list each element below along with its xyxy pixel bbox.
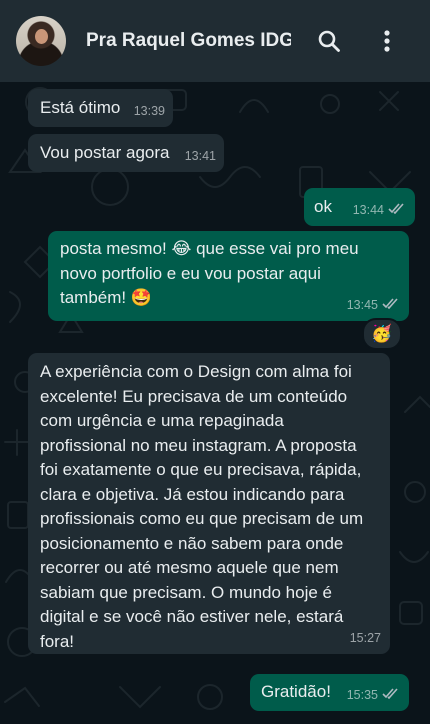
message-time: 13:41 [184,148,216,163]
incoming-message[interactable]: A experiência com o Design com alma foi … [28,353,390,654]
message-line: profissionais como eu que precisam de um [40,509,364,528]
chat-area[interactable]: Está ótimo 13:39 Vou postar agora 13:41 … [0,82,430,724]
contact-name[interactable]: Pra Raquel Gomes IDG [86,30,291,52]
message-line: novo portfolio e eu vou postar aqui [60,263,321,283]
contact-avatar[interactable] [16,16,66,66]
read-receipt-icon [388,198,406,223]
message-time: 13:44 [352,202,384,217]
outgoing-message[interactable]: Gratidão! 15:35 [250,674,409,711]
message-time: 15:35 [346,687,378,702]
message-meta: 13:41 [185,144,216,169]
message-meta: 13:44 [353,198,406,223]
message-line: clara e objetiva. Já estou indicando par… [40,484,345,504]
message-text: Gratidão! [261,682,331,701]
message-line: fora! [40,631,75,651]
message-meta: 13:45 [347,293,400,318]
message-time: 15:27 [349,630,381,645]
message-line: com urgência e uma repaginada [40,411,284,430]
message-line: profissional no meu instagram. A propost… [40,435,357,455]
message-line: foi exatamente o que eu precisava, rápid… [40,460,362,479]
outgoing-message[interactable]: posta mesmo! 😂 que esse vai pro meu novo… [48,231,409,321]
message-line: recorrer ou até mesmo aquele que nem [40,558,339,577]
message-text: Está ótimo [40,98,121,117]
message-line: A experiência com o Design com alma foi [40,362,352,381]
message-text: ok [314,197,332,216]
message-meta: 15:35 [347,683,400,708]
avatar-face [35,29,48,44]
message-line: digital e se você não estiver nele, esta… [40,607,344,626]
message-line: posicionamento e não sabem para onde [40,533,344,553]
search-icon[interactable] [315,27,343,55]
message-meta: 15:27 [350,626,381,651]
message-time: 13:39 [133,103,165,118]
more-vert-icon[interactable] [373,27,401,55]
outgoing-message[interactable]: ok 13:44 [304,188,415,226]
message-time: 13:45 [346,297,378,312]
message-line: excelente! Eu precisava de um conteúdo [40,386,348,406]
incoming-message[interactable]: Está ótimo 13:39 [28,89,173,127]
message-line: posta mesmo! 😂 que esse vai pro meu [60,239,359,258]
message-line: sabiam que precisam. O mundo hoje é [40,582,332,602]
read-receipt-icon [382,293,400,318]
incoming-message[interactable]: Vou postar agora 13:41 [28,134,224,172]
chat-header: Pra Raquel Gomes IDG [0,0,430,82]
message-meta: 13:39 [134,99,165,124]
message-reaction[interactable]: 🥳 [362,318,402,350]
read-receipt-icon [382,683,400,708]
message-text: Vou postar agora [40,143,170,162]
